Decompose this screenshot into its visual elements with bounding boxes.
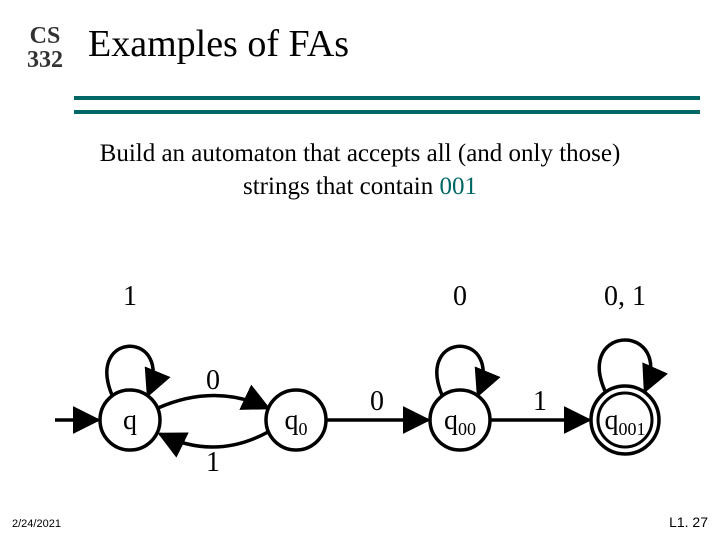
prompt-line1: Build an automaton that accepts all (and… bbox=[0, 138, 720, 171]
edge-q001-self bbox=[599, 340, 650, 391]
edge-q0-q-label: 1 bbox=[206, 447, 220, 478]
prompt-text: Build an automaton that accepts all (and… bbox=[0, 138, 720, 203]
edge-q00-q001-label: 1 bbox=[533, 386, 547, 417]
course-logo: CS 332 bbox=[16, 24, 74, 72]
footer-date: 2/24/2021 bbox=[12, 518, 61, 530]
slide-title: Examples of FAs bbox=[88, 22, 696, 72]
edge-q-self-label: 1 bbox=[123, 281, 137, 312]
footer-slide-number: L1. 27 bbox=[669, 514, 708, 530]
course-number: 332 bbox=[16, 48, 74, 72]
edge-q-q0-label: 0 bbox=[206, 365, 220, 396]
edge-q00-self-label: 0 bbox=[453, 281, 467, 312]
edge-q-self bbox=[107, 346, 153, 395]
edge-q0-q bbox=[160, 432, 268, 447]
title-underline bbox=[74, 96, 700, 114]
prompt-pattern: 001 bbox=[440, 173, 478, 200]
state-q-label: q bbox=[123, 405, 137, 436]
edge-q-q0 bbox=[158, 396, 268, 409]
course-dept: CS bbox=[16, 24, 74, 48]
fa-diagram: q 1 0 1 q0 0 q00 0 1 q001 0, 1 bbox=[0, 265, 720, 495]
edge-q001-self-label: 0, 1 bbox=[604, 281, 646, 312]
prompt-line2: strings that contain 001 bbox=[0, 171, 720, 204]
title-area: Examples of FAs bbox=[88, 22, 696, 72]
edge-q00-self bbox=[437, 346, 483, 395]
edge-q0-q00-label: 0 bbox=[370, 386, 384, 417]
